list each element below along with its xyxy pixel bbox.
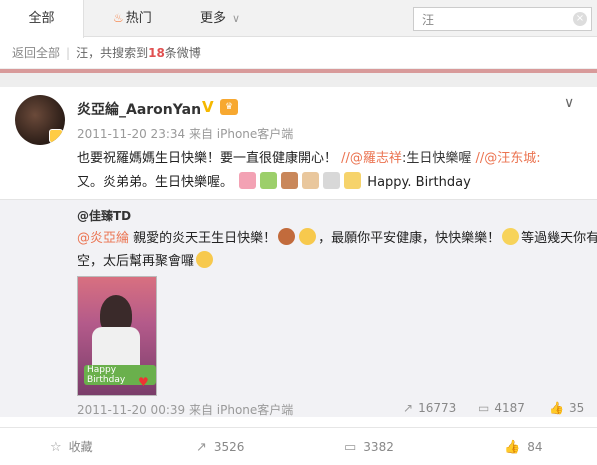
post-text-line1: 也要祝羅媽媽生日快樂！要一直很健康開心！ //@羅志祥:生日快樂喔 //@汪东城…	[77, 147, 541, 166]
verified-icon: V	[202, 98, 214, 116]
comment-icon: ▭	[478, 401, 490, 415]
post-text-part2: 又。炎弟弟。生日快樂喔。	[77, 175, 234, 190]
thumbs-up-icon: 👍	[504, 440, 521, 455]
mention-link[interactable]: @炎亞綸	[77, 231, 129, 246]
mention-colon: :	[536, 151, 541, 166]
vip-icon: ♛	[220, 99, 238, 115]
repost-text-1c: 等過幾天你有	[521, 231, 597, 246]
forward-icon: ↗	[403, 401, 414, 415]
smile-emoji-icon	[502, 228, 520, 245]
search-input[interactable]	[414, 8, 564, 30]
result-count: 18	[148, 46, 165, 60]
surprised-emoji-icon	[196, 251, 214, 268]
action-bar: ☆ 收藏 ↗ 3526 ▭ 3382 👍 84	[0, 427, 597, 465]
tab-hot-label: 热门	[125, 11, 152, 26]
tab-more[interactable]: 更多 ∨	[200, 0, 240, 37]
forward-button[interactable]: ↗ 3526	[196, 428, 244, 465]
spacer	[0, 73, 597, 87]
forward-icon: ↗	[196, 440, 207, 455]
like-count: 84	[527, 440, 543, 454]
top-tab-bar: 全部 ♨热门 更多 ∨ ×	[0, 0, 597, 38]
back-to-all-link[interactable]: 返回全部	[12, 46, 60, 60]
photo-shirt	[92, 327, 140, 367]
comment-count: 3382	[363, 440, 394, 454]
comment-icon: ▭	[344, 440, 357, 455]
post-username[interactable]: 炎亞綸_AaronYan	[77, 99, 201, 119]
fire-icon: ♨	[113, 11, 124, 25]
repost-like-count[interactable]: 👍 35	[549, 401, 584, 415]
tab-all[interactable]: 全部	[0, 0, 84, 38]
repost-forward-value: 16773	[418, 401, 457, 415]
like-button[interactable]: 👍 84	[504, 428, 542, 465]
cat-emoji-icon	[323, 172, 341, 189]
heart-icon: ♥	[138, 375, 149, 389]
forward-count: 3526	[213, 440, 245, 454]
repost-username[interactable]: @佳臻TD	[77, 207, 131, 224]
chevron-down-icon[interactable]: ∨	[564, 95, 574, 111]
repost-meta: 2011-11-20 00:39 来自 iPhone客户端	[77, 403, 294, 417]
tab-hot[interactable]: ♨ 热门	[113, 0, 152, 37]
avatar[interactable]	[15, 95, 65, 145]
favorite-button[interactable]: ☆ 收藏	[50, 428, 93, 465]
favorite-label: 收藏	[68, 440, 93, 454]
repost-separator: //	[475, 151, 485, 166]
repost-text-line1: @炎亞綸 親愛的炎天王生日快樂！ ，最願你平安健康，快快樂樂！ 等過幾天你有	[77, 227, 597, 246]
post-meta: 2011-11-20 23:34 来自 iPhone客户端	[77, 127, 294, 141]
repost-separator: //	[341, 151, 350, 166]
tab-more-label: 更多	[200, 11, 227, 26]
star-icon: ☆	[50, 440, 62, 455]
clear-icon[interactable]: ×	[573, 12, 587, 26]
repost-like-value: 35	[568, 401, 585, 415]
post-text-part3: Happy. Birthday	[367, 175, 471, 190]
result-keyword: 汪	[76, 46, 89, 60]
result-suffix: 条微博	[164, 46, 201, 60]
separator: |	[66, 46, 71, 60]
mention-link[interactable]: @汪东城	[484, 151, 536, 166]
repost-text-2: 空，太后幫再聚會囉	[77, 254, 195, 269]
repost-comment-count[interactable]: ▭ 4187	[478, 401, 525, 415]
cake-slice-emoji-icon	[302, 172, 320, 189]
search-box[interactable]: ×	[413, 7, 592, 31]
post-text-part1: 也要祝羅媽媽生日快樂！要一直很健康開心！	[77, 151, 338, 166]
result-bar: 返回全部 | 汪，共搜索到18条微博	[0, 38, 597, 69]
chevron-down-icon: ∨	[232, 12, 241, 25]
result-prefix: ，共搜索到	[88, 46, 149, 60]
avatar-badge	[49, 129, 63, 143]
post-text-line2: 又。炎弟弟。生日快樂喔。 Happy. Birthday	[77, 171, 471, 190]
cake-emoji-icon	[281, 172, 299, 189]
repost-text-line2: 空，太后幫再聚會囉	[77, 250, 215, 269]
present-emoji-icon	[260, 172, 278, 189]
reposted-weibo: @佳臻TD @炎亞綸 親愛的炎天王生日快樂！ ，最願你平安健康，快快樂樂！ 等過幾天…	[0, 199, 597, 417]
repost-comment-value: 4187	[494, 401, 525, 415]
cake-emoji-icon	[278, 228, 296, 245]
quote-text: :生日快樂喔	[401, 151, 472, 166]
repost-text-1a: 親愛的炎天王生日快樂！	[129, 231, 277, 246]
thumbs-up-icon: 👍	[549, 401, 564, 415]
mention-link[interactable]: @羅志祥	[350, 151, 402, 166]
party-emoji-icon	[344, 172, 362, 189]
kiss-emoji-icon	[299, 228, 317, 245]
repost-text-1b: ，最願你平安健康，快快樂樂！	[318, 231, 501, 246]
gift-emoji-icon	[239, 172, 257, 189]
repost-forward-count[interactable]: ↗ 16773	[403, 401, 456, 415]
weibo-card: 炎亞綸_AaronYan V ♛ 2011-11-20 23:34 来自 iPh…	[0, 87, 597, 427]
repost-photo[interactable]: Happy Birthday ♥	[77, 276, 157, 396]
comment-button[interactable]: ▭ 3382	[344, 428, 394, 465]
